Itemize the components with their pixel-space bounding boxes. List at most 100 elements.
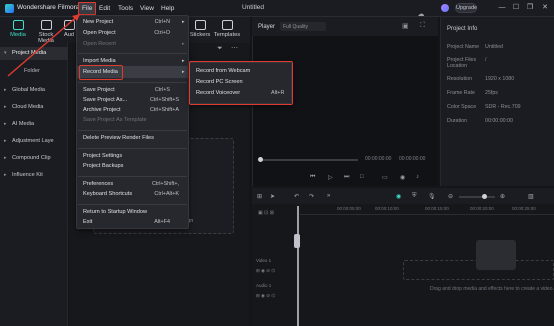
tool-stock-media[interactable]: Stock Media <box>32 20 60 44</box>
info-key-resolution: Resolution <box>447 76 473 82</box>
menu-item-import-media[interactable]: Import Media <box>83 58 116 64</box>
scrubber-handle[interactable] <box>258 157 263 162</box>
playhead-handle[interactable] <box>294 234 300 248</box>
playhead[interactable] <box>297 206 299 326</box>
sidebar-item-folder[interactable]: Folder <box>24 68 40 74</box>
sidebar-item-ai-media[interactable]: ▸ AI Media <box>0 118 68 131</box>
stop-icon[interactable]: □ <box>360 174 364 180</box>
select-tool-icon[interactable]: ➤ <box>270 193 275 200</box>
menu-item-return-startup[interactable]: Return to Startup Window <box>83 209 147 215</box>
info-val-framerate: 25fps <box>485 90 498 96</box>
layout-icon[interactable]: ⊞ <box>257 193 262 200</box>
chevron-down-icon: ▾ <box>4 50 7 56</box>
menu-item-delete-render-files[interactable]: Delete Preview Render Files <box>83 135 154 141</box>
close-icon[interactable]: ✕ <box>540 3 550 13</box>
zoom-handle[interactable] <box>482 194 487 199</box>
tool-templates[interactable]: Templates <box>212 20 242 38</box>
track-label-video: Video 1 <box>256 258 272 263</box>
tool-media[interactable]: Media <box>4 20 32 38</box>
sidebar-item-project-media[interactable]: ▾ Project Media <box>0 47 68 60</box>
next-frame-icon[interactable]: ⏭ <box>344 174 349 181</box>
menu-item-save-as-template[interactable]: Save Project As Template <box>83 117 147 123</box>
zoom-slider[interactable] <box>459 196 495 198</box>
menu-edit[interactable]: Edit <box>96 2 113 15</box>
sidebar-item-cloud-media[interactable]: ▸ Cloud Media <box>0 101 68 114</box>
column-icon[interactable]: ▥ <box>528 193 534 200</box>
menu-separator <box>78 53 187 54</box>
menu-item-open-recent[interactable]: Open Recent <box>83 41 116 47</box>
shortcut-save-project-as: Ctrl+Shift+S <box>149 97 179 103</box>
menu-tools[interactable]: Tools <box>115 2 136 15</box>
track-tool-icons: ▣ ⊡ ⊠ <box>258 210 274 216</box>
filmora-logo-icon <box>5 4 14 13</box>
snapshot-icon[interactable]: ▣ <box>402 22 409 30</box>
info-val-colorspace: SDR - Rec.709 <box>485 104 521 110</box>
display-icon[interactable]: ▭ <box>382 174 388 181</box>
sidebar-item-adjustment-layer[interactable]: ▸ Adjustment Laye <box>0 135 68 148</box>
menu-item-open-project[interactable]: Open Project <box>83 30 116 36</box>
ai-badge-icon[interactable] <box>441 4 449 12</box>
submenu-item-record-voiceover[interactable]: Record Voiceover <box>196 90 240 96</box>
undo-icon[interactable]: ↶ <box>294 193 299 200</box>
sidebar-item-global-media[interactable]: ▸ Global Media <box>0 84 68 97</box>
submenu-item-record-screen[interactable]: Record PC Screen <box>196 79 243 85</box>
shortcut-keyboard-shortcuts: Ctrl+Alt+K <box>154 191 179 197</box>
shortcut-preferences: Ctrl+Shift+, <box>152 181 179 187</box>
more-icon[interactable]: ⋯ <box>231 44 238 52</box>
current-time: 00:00:00:00 <box>365 156 392 162</box>
zoom-in-icon[interactable]: ⊕ <box>500 193 505 200</box>
menu-item-keyboard-shortcuts[interactable]: Keyboard Shortcuts <box>83 191 132 197</box>
chevron-right-icon: ▸ <box>182 69 185 75</box>
shortcut-save-project: Ctrl+S <box>154 87 170 93</box>
upgrade-button[interactable]: Upgrade <box>455 3 477 13</box>
menu-separator <box>78 82 187 83</box>
menu-item-save-project-as[interactable]: Save Project As... <box>83 97 127 103</box>
menu-item-preferences[interactable]: Preferences <box>83 181 113 187</box>
prev-frame-icon[interactable]: ⏮ <box>310 174 315 181</box>
microphone-icon[interactable]: 🎙 <box>428 193 436 200</box>
shortcut-record-voiceover: Alt+R <box>271 90 285 96</box>
filter-icon[interactable]: ⏷ <box>217 45 223 53</box>
restore-icon[interactable]: ❐ <box>525 3 535 13</box>
menu-file[interactable]: File <box>78 2 97 15</box>
fullscreen-icon[interactable]: ⛶ <box>420 22 425 30</box>
menu-item-new-project[interactable]: New Project <box>83 19 113 25</box>
menu-item-archive-project[interactable]: Archive Project <box>83 107 121 113</box>
media-placeholder-icon <box>476 240 516 270</box>
menu-help[interactable]: Help <box>158 2 177 15</box>
zoom-out-icon[interactable]: ⊖ <box>448 193 453 200</box>
info-key-location: Project Files Location <box>447 57 477 69</box>
play-icon[interactable]: ▷ <box>328 174 333 181</box>
chevron-right-icon: ▸ <box>182 41 185 47</box>
stock-media-icon <box>40 20 52 30</box>
project-info-panel <box>440 17 554 186</box>
chevron-right-icon: ▸ <box>4 138 7 144</box>
sidebar-item-compound-clip[interactable]: ▸ Compound Clip <box>0 152 68 165</box>
track-icons-audio[interactable]: ⊞ ◉ ⊘ ⌬ <box>256 293 275 299</box>
menu-view[interactable]: View <box>137 2 157 15</box>
maximize-icon[interactable]: ☐ <box>511 3 521 13</box>
quality-select[interactable]: Full Quality <box>280 22 326 31</box>
shortcut-exit: Alt+F4 <box>154 219 170 225</box>
volume-icon[interactable]: ♪ <box>416 174 419 180</box>
shortcut-open-project: Ctrl+O <box>154 30 170 36</box>
menu-item-save-project[interactable]: Save Project <box>83 87 115 93</box>
camera-icon[interactable]: ◉ <box>400 174 405 181</box>
info-key-framerate: Frame Rate <box>447 90 475 96</box>
menu-item-project-backups[interactable]: Project Backups <box>83 163 123 169</box>
redo-icon[interactable]: ↷ <box>309 193 314 200</box>
menu-item-exit[interactable]: Exit <box>83 219 92 225</box>
sidebar-item-influence-kit[interactable]: ▸ Influence Kit <box>0 169 68 182</box>
shield-icon[interactable]: ⛨ <box>412 193 417 200</box>
menu-item-project-settings[interactable]: Project Settings <box>83 153 122 159</box>
player-scrubber[interactable] <box>260 159 358 161</box>
media-icon <box>12 20 24 30</box>
submenu-item-record-webcam[interactable]: Record from Webcam <box>196 68 250 74</box>
more-tools-icon[interactable]: » <box>327 193 330 199</box>
ai-tool-icon[interactable]: ◉ <box>396 193 401 200</box>
app-name: Wondershare Filmora <box>17 4 80 11</box>
track-icons-video[interactable]: ⊞ ◉ ⊘ ⌬ <box>256 268 275 274</box>
minimize-icon[interactable]: — <box>497 3 507 13</box>
templates-icon <box>221 20 233 30</box>
tool-stickers[interactable]: Stickers <box>186 20 214 38</box>
